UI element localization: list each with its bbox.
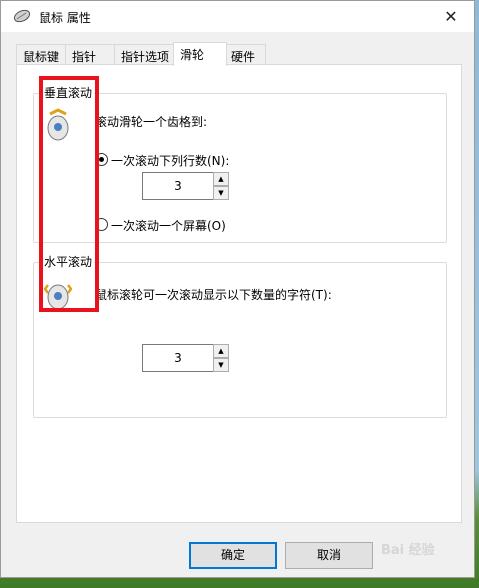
scroll-screen-label[interactable]: 一次滚动一个屏幕(O) — [111, 217, 226, 234]
chars-down-button[interactable]: ▼ — [213, 358, 229, 372]
tab-pointers[interactable]: 指针 — [65, 44, 115, 65]
chars-up-button[interactable]: ▲ — [213, 344, 229, 358]
mouse-icon — [13, 9, 31, 23]
watermark: Bai 经验 — [381, 543, 435, 558]
red-annotation-box — [39, 76, 99, 312]
lines-spinner: 3 ▲ ▼ — [142, 172, 230, 200]
scroll-lines-label[interactable]: 一次滚动下列行数(N): — [111, 152, 229, 169]
lines-up-button[interactable]: ▲ — [213, 172, 229, 186]
title-bar: 鼠标 属性 ✕ — [1, 1, 474, 32]
horizontal-prompt: 鼠标滚轮可一次滚动显示以下数量的字符(T): — [95, 288, 332, 302]
chars-spinner: 3 ▲ ▼ — [142, 344, 230, 372]
lines-down-button[interactable]: ▼ — [213, 186, 229, 200]
mouse-properties-window: 鼠标 属性 ✕ 鼠标键 指针 指针选项 滑轮 硬件 垂直滚动 滚动滑轮一个齿格到… — [0, 0, 475, 578]
window-title: 鼠标 属性 — [39, 11, 91, 25]
lines-count-input[interactable]: 3 — [142, 172, 214, 200]
tab-buttons[interactable]: 鼠标键 — [16, 44, 66, 65]
tab-pointer-options[interactable]: 指针选项 — [114, 44, 176, 65]
close-button[interactable]: ✕ — [428, 1, 474, 32]
ok-button[interactable]: 确定 — [189, 542, 277, 569]
close-icon: ✕ — [444, 7, 458, 26]
chars-count-input[interactable]: 3 — [142, 344, 214, 372]
vertical-prompt: 滚动滑轮一个齿格到: — [95, 115, 208, 129]
tab-wheel[interactable]: 滑轮 — [173, 42, 227, 66]
tab-hardware[interactable]: 硬件 — [224, 44, 266, 65]
cancel-button[interactable]: 取消 — [285, 542, 373, 569]
